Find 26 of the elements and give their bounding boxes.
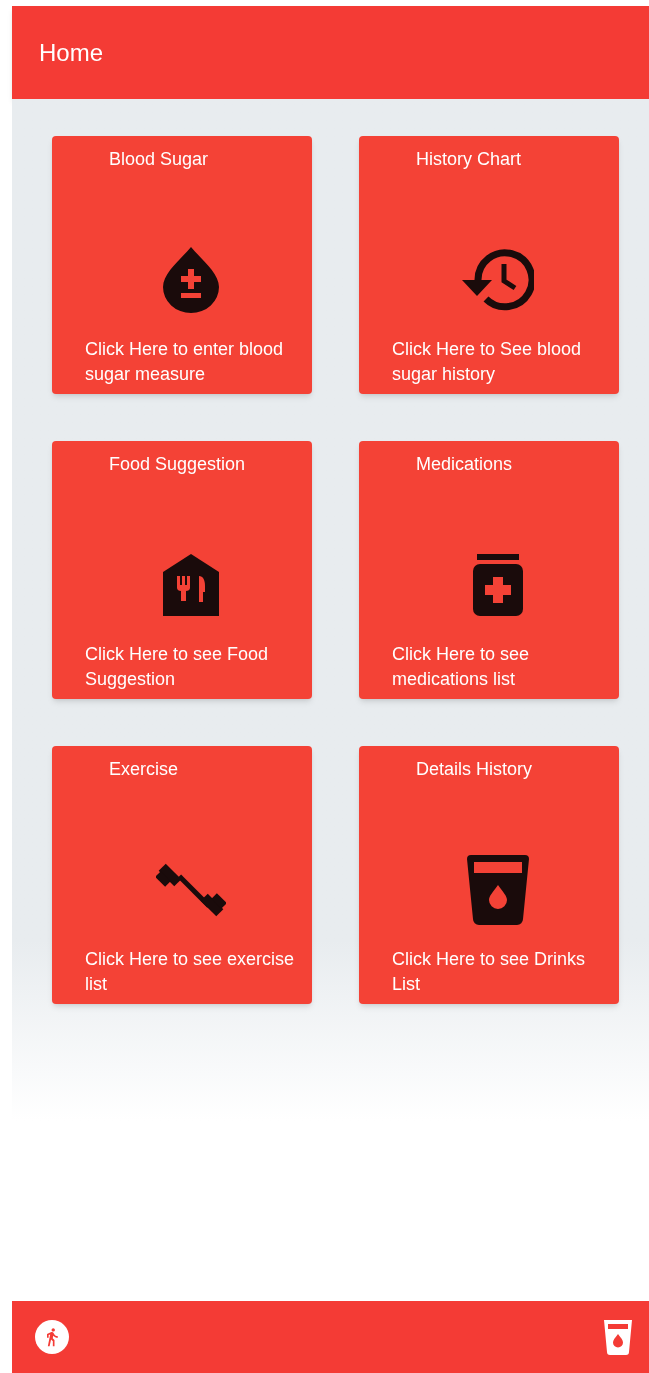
glass-icon[interactable] [601, 1318, 635, 1356]
tile-description: Click Here to see Drinks List [392, 948, 587, 996]
glass-icon [467, 855, 529, 925]
restaurant-icon [163, 554, 219, 616]
tile-title: Exercise [109, 758, 179, 781]
tile-card[interactable]: Blood Sugar Click Here to enter blood sugar measure [52, 136, 312, 394]
blood-drop-icon [163, 247, 219, 313]
tile-description: Click Here to see exercise list [85, 948, 296, 996]
medicine-jar-icon [473, 554, 523, 616]
tile-description: Click Here to See blood sugar history [392, 338, 583, 386]
app-bar-title: Home [39, 37, 104, 68]
tile-title: Food Suggestion [109, 453, 246, 476]
tile-card[interactable]: Food Suggestion Click Here to see Food Suggestion [52, 441, 312, 699]
tile-title: History Chart [416, 148, 522, 171]
running-person-icon[interactable] [35, 1320, 69, 1354]
tile-title: Blood Sugar [109, 148, 209, 171]
tile-description: Click Here to see medications list [392, 643, 531, 691]
history-icon [462, 249, 534, 311]
tile-card[interactable]: Details History Click Here to see Drinks List [359, 746, 619, 1004]
tile-title: Details History [416, 758, 533, 781]
tile-title: Medications [416, 453, 513, 476]
tile-description: Click Here to see Food Suggestion [85, 643, 270, 691]
tile-card[interactable]: History Chart Click Here to See blood sugar history [359, 136, 619, 394]
tile-card[interactable]: Medications Click Here to see medications list [359, 441, 619, 699]
tile-card[interactable]: Exercise Click Here to see exercise list [52, 746, 312, 1004]
tile-description: Click Here to enter blood sugar measure [85, 338, 285, 386]
